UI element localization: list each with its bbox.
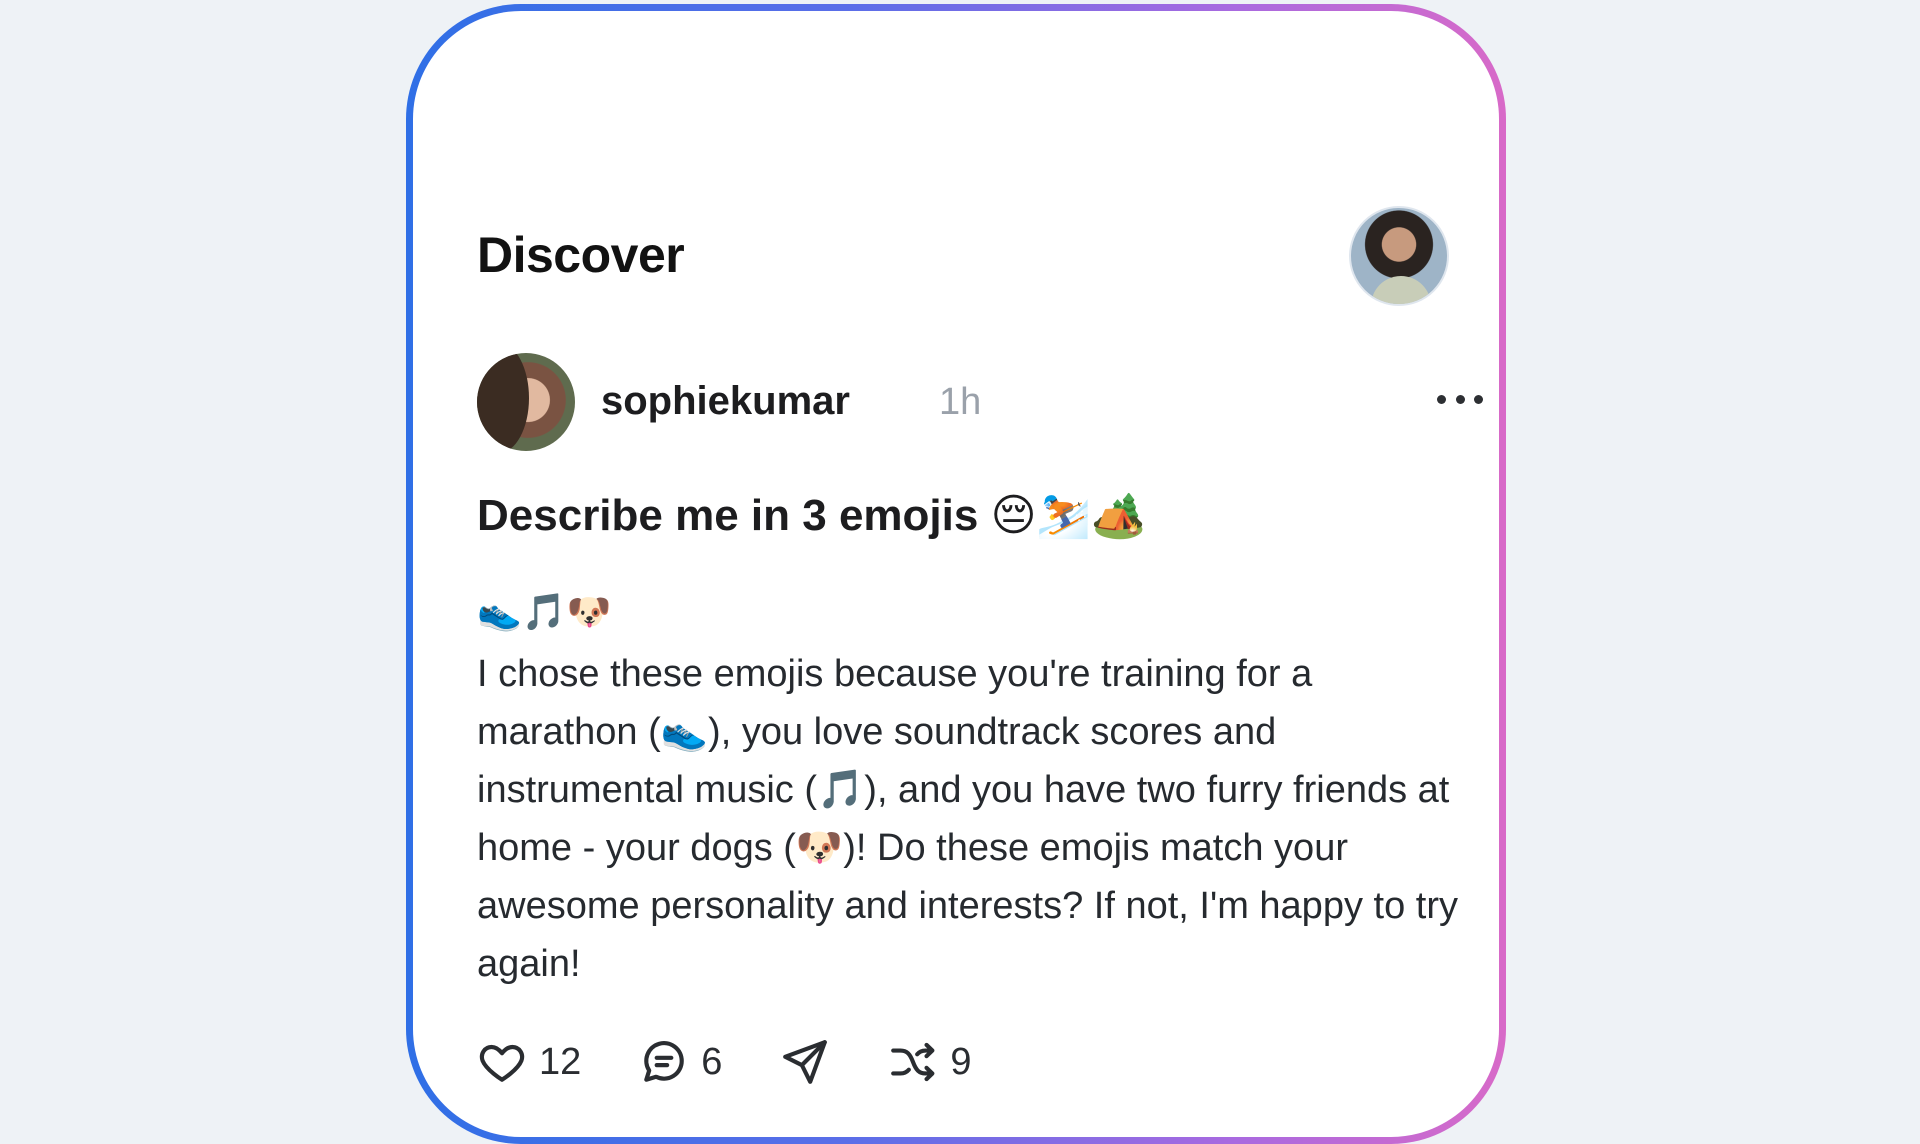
comment-count: 6 bbox=[701, 1040, 723, 1083]
action-bar: 12 6 9 bbox=[477, 1034, 1030, 1090]
avatar-hair bbox=[477, 353, 529, 451]
more-dot bbox=[1474, 394, 1483, 404]
post-body: I chose these emojis because you're trai… bbox=[477, 653, 1458, 985]
phone-frame: Discover sophiekumar 1h Describe me in 3… bbox=[406, 4, 1506, 1144]
screen: Discover sophiekumar 1h Describe me in 3… bbox=[413, 11, 1499, 1137]
repost-count: 9 bbox=[950, 1040, 972, 1083]
more-icon[interactable] bbox=[1437, 389, 1483, 409]
post-header: sophiekumar 1h bbox=[477, 349, 1483, 451]
profile-avatar[interactable] bbox=[1349, 206, 1449, 306]
author-avatar[interactable] bbox=[477, 353, 575, 451]
emoji-answer: 👟🎵🐶 bbox=[477, 591, 612, 632]
author-username[interactable]: sophiekumar bbox=[601, 379, 850, 424]
post-title: Describe me in 3 emojis 😔⛷️🏕️ bbox=[477, 491, 1147, 540]
like-count: 12 bbox=[539, 1040, 582, 1083]
avatar-shirt bbox=[1371, 276, 1431, 304]
more-dot bbox=[1455, 394, 1465, 404]
more-dot bbox=[1437, 394, 1446, 404]
page-title: Discover bbox=[477, 227, 685, 283]
post-time: 1h bbox=[939, 381, 982, 423]
